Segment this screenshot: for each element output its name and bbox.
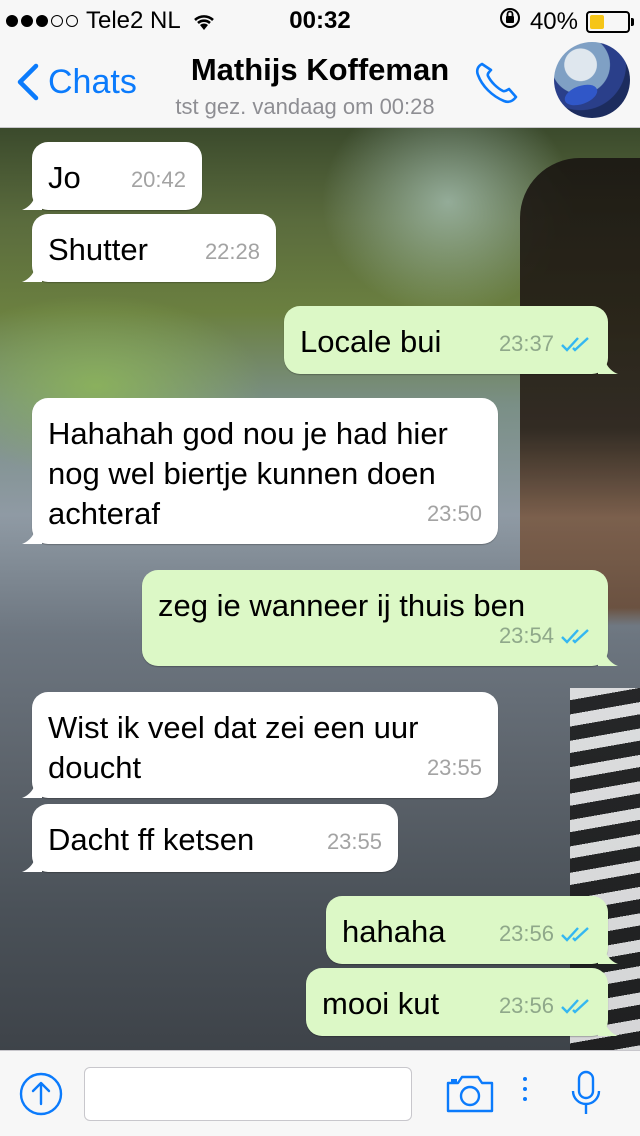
battery-icon <box>586 10 634 33</box>
status-right: 40% <box>498 6 634 37</box>
message-text: Hahahah god nou je had hier nog wel bier… <box>48 416 448 531</box>
read-receipt-icon <box>560 997 592 1015</box>
message-text: zeg ie wanneer ij thuis ben <box>158 588 526 623</box>
bubble-tail <box>22 260 42 282</box>
chat-background: Jo 20:42 Shutter 22:28 Locale bui 23:37 … <box>0 128 640 1050</box>
message-bubble-outgoing[interactable]: zeg ie wanneer ij thuis ben 23:54 <box>142 570 618 666</box>
message-bubble-outgoing[interactable]: mooi kut 23:56 <box>306 968 618 1036</box>
battery-percent: 40% <box>529 7 578 35</box>
message-time: 23:37 <box>499 324 592 364</box>
share-icon <box>19 1072 63 1116</box>
last-seen-status: tst gez. vandaag om 00:28 <box>175 94 435 119</box>
phone-icon <box>475 62 518 104</box>
chevron-left-icon <box>17 63 39 101</box>
message-time: 23:50 <box>426 501 482 526</box>
microphone-icon <box>571 1070 601 1114</box>
message-bubble-outgoing[interactable]: Locale bui 23:37 <box>284 306 618 374</box>
message-time: 23:55 <box>426 755 482 780</box>
bubble-tail <box>598 352 618 374</box>
message-time: 20:42 <box>130 167 186 192</box>
more-icon[interactable] <box>523 1077 527 1101</box>
message-input-bar <box>0 1050 640 1136</box>
chat-header: Chats Mathijs Koffeman tst gez. vandaag … <box>0 40 640 128</box>
bubble-tail <box>598 942 618 964</box>
message-time: 23:56 <box>499 914 592 954</box>
message-text: Jo <box>48 160 81 195</box>
bubble-tail <box>22 522 42 544</box>
message-bubble-incoming[interactable]: Dacht ff ketsen 23:55 <box>22 804 398 872</box>
message-text: mooi kut <box>322 986 440 1021</box>
share-button[interactable] <box>18 1071 64 1122</box>
contact-name[interactable]: Mathijs Koffeman <box>150 52 490 88</box>
microphone-button[interactable] <box>570 1069 602 1124</box>
bubble-tail <box>22 850 42 872</box>
camera-icon <box>446 1075 494 1113</box>
message-bubble-outgoing[interactable]: hahaha 23:56 <box>326 896 618 964</box>
message-bubble-incoming[interactable]: Wist ik veel dat zei een uur doucht 23:5… <box>22 692 498 798</box>
contact-avatar[interactable] <box>554 42 630 118</box>
message-text: Dacht ff ketsen <box>48 822 255 857</box>
message-text: Locale bui <box>300 324 442 359</box>
orientation-lock-icon <box>498 6 522 37</box>
bubble-tail <box>22 776 42 798</box>
bubble-tail <box>598 1014 618 1036</box>
status-bar: Tele2 NL 00:32 40% <box>0 0 640 40</box>
message-time: 23:56 <box>499 986 592 1026</box>
message-bubble-incoming[interactable]: Hahahah god nou je had hier nog wel bier… <box>22 398 498 544</box>
read-receipt-icon <box>560 925 592 943</box>
message-text: Shutter <box>48 232 148 267</box>
read-receipt-icon <box>560 627 592 645</box>
battery-level <box>590 14 605 29</box>
bubble-tail <box>22 188 42 210</box>
message-text: hahaha <box>342 914 446 949</box>
message-text: Wist ik veel dat zei een uur doucht <box>48 710 419 785</box>
back-button[interactable]: Chats <box>16 62 137 102</box>
call-button[interactable] <box>470 58 526 113</box>
message-bubble-incoming[interactable]: Jo 20:42 <box>22 142 202 210</box>
read-receipt-icon <box>560 335 592 353</box>
message-time: 22:28 <box>204 239 260 264</box>
message-time: 23:55 <box>326 829 382 854</box>
message-bubble-incoming[interactable]: Shutter 22:28 <box>22 214 276 282</box>
back-label: Chats <box>48 62 137 101</box>
camera-button[interactable] <box>444 1073 496 1120</box>
message-time: 23:54 <box>499 616 592 656</box>
message-input[interactable] <box>84 1067 412 1121</box>
bubble-tail <box>598 644 618 666</box>
